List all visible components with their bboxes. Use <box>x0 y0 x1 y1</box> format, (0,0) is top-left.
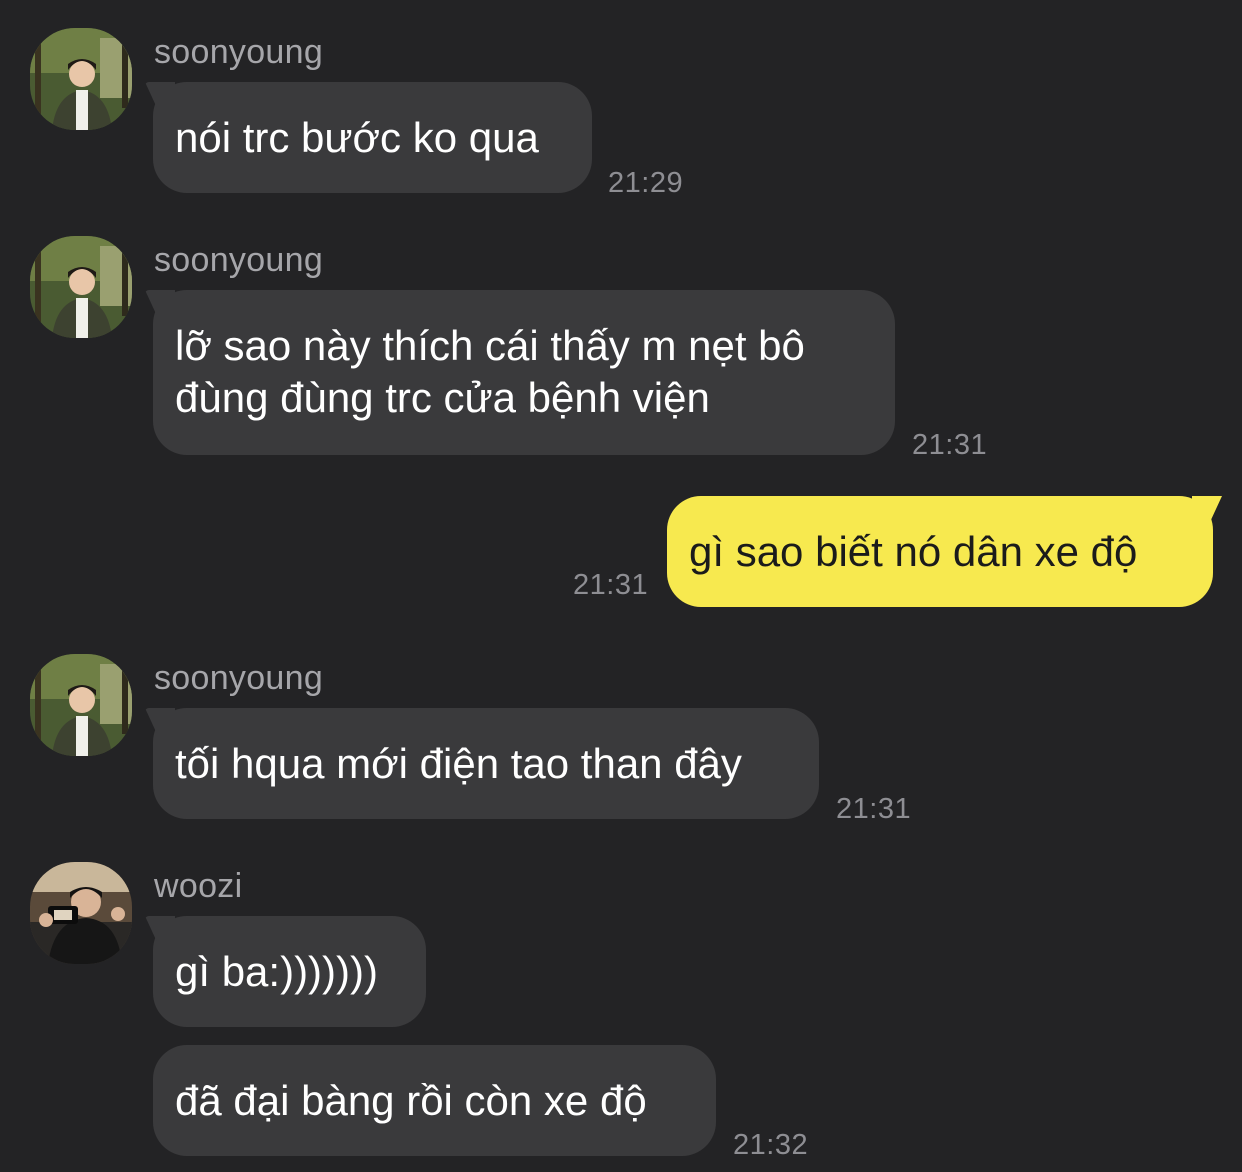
soonyoung-avatar[interactable] <box>30 236 132 338</box>
soonyoung-avatar[interactable] <box>30 654 132 756</box>
my-message-bubble[interactable]: gì sao biết nó dân xe độ <box>667 496 1213 607</box>
soonyoung-avatar[interactable] <box>30 28 132 130</box>
message-text: nói trc bước ko qua <box>175 114 539 161</box>
message-text: gì ba:))))))) <box>175 948 378 995</box>
sender-name: woozi <box>154 867 243 905</box>
message-timestamp: 21:29 <box>608 167 684 199</box>
woozi-avatar[interactable] <box>30 862 132 964</box>
message-bubble[interactable]: lỡ sao này thích cái thấy m nẹt bô đùng … <box>153 290 895 455</box>
message-timestamp: 21:31 <box>836 793 912 825</box>
message-bubble[interactable]: tối hqua mới điện tao than đây <box>153 708 819 819</box>
message-bubble[interactable]: gì ba:))))))) <box>153 916 426 1027</box>
message-text-line: đùng đùng trc cửa bệnh viện <box>175 374 710 421</box>
message-bubble[interactable]: đã đại bàng rồi còn xe độ <box>153 1045 716 1156</box>
message-text-line: lỡ sao này thích cái thấy m nẹt bô <box>175 322 805 369</box>
message-text: đã đại bàng rồi còn xe độ <box>175 1077 647 1124</box>
message-bubble[interactable]: nói trc bước ko qua <box>153 82 592 193</box>
sender-name: soonyoung <box>154 241 324 279</box>
message-timestamp: 21:31 <box>573 569 649 601</box>
sender-name: soonyoung <box>154 33 324 71</box>
message-text: gì sao biết nó dân xe độ <box>689 528 1138 575</box>
sender-name: soonyoung <box>154 659 324 697</box>
message-text: tối hqua mới điện tao than đây <box>175 740 742 787</box>
message-timestamp: 21:31 <box>912 429 988 461</box>
message-timestamp: 21:32 <box>733 1129 809 1161</box>
